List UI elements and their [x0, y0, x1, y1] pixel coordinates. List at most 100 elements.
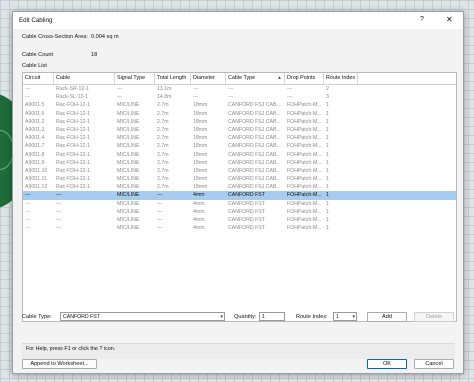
cell-diameter: 4mm — [193, 192, 205, 199]
close-icon[interactable]: ✕ — [446, 15, 453, 24]
cell-total-length: 2.7m — [157, 167, 169, 174]
cell-diameter: 4mm — [193, 225, 205, 232]
cell-total-length: --- — [157, 192, 163, 199]
table-row[interactable]: A9001.4 Rac-FOH-12-1 MIC/LINE 2.7m 18mm CANFO… — [23, 134, 456, 142]
edit-cabling-dialog: Edit Cabling ? ✕ Cable Cross-Section Are… — [12, 11, 464, 374]
cell-signal-type: MIC/LINE — [117, 102, 140, 109]
append-to-worksheet-button[interactable]: Append to Worksheet... — [22, 359, 97, 369]
help-text: For Help, press F1 or click the ? icon. — [26, 346, 116, 352]
cell-total-length: 14.8m — [157, 94, 172, 101]
cell-drop-points: --- — [287, 86, 293, 92]
quantity-input[interactable]: 1 — [259, 312, 285, 321]
cell-diameter: 18mm — [193, 176, 208, 183]
cell-diameter: 18mm — [193, 102, 208, 109]
cell-signal-type: MIC/LINE — [117, 167, 140, 174]
cell-signal-type: MIC/LINE — [117, 151, 140, 158]
cell-route-index: 1 — [326, 126, 329, 133]
cell-diameter: 18mm — [193, 167, 208, 174]
cell-total-length: 2.7m — [157, 110, 169, 117]
table-row[interactable]: A9001.12 Rac-FOH-12-1 MIC/LINE 2.7m 18mm CANF… — [23, 183, 456, 191]
cell-signal-type: MIC/LINE — [117, 118, 140, 125]
table-row[interactable]: A9001.3 Rac-FOH-12-1 MIC/LINE 2.7m 18mm CANFO… — [23, 126, 456, 134]
cable-list-label: Cable List — [22, 63, 47, 69]
cell-circuit: A9001.8 — [25, 151, 45, 158]
cell-cable-type: CANFORD FST — [228, 192, 265, 199]
cell-cable-type: --- — [228, 94, 234, 101]
cell-total-length: 2.7m — [157, 126, 169, 133]
cell-diameter: 18mm — [193, 143, 208, 150]
cell-drop-points: FOHPatch-M... — [287, 102, 322, 109]
cell-circuit: A9001.12 — [25, 184, 48, 191]
delete-button[interactable]: Delete — [414, 312, 454, 322]
column-header-total-length[interactable]: Total Length — [155, 73, 191, 84]
table-row[interactable]: A9001.11 Rac-FOH-12-1 MIC/LINE 2.7m 18mm CANF… — [23, 175, 456, 183]
cell-cable-type: CANFORD FSJ CAB... — [228, 184, 281, 191]
cell-cable-type: CANFORD FST — [228, 225, 265, 232]
cell-drop-points: FOHPatch-M... — [287, 118, 322, 125]
cell-total-length: --- — [157, 225, 163, 232]
cell-signal-type: MIC/LINE — [117, 217, 140, 223]
column-header-signal-type[interactable]: Signal Type — [115, 73, 155, 84]
cell-total-length: --- — [157, 208, 163, 215]
table-row[interactable]: A9001.10 Rac-FOH-12-1 MIC/LINE 2.7m 18mm CANF… — [23, 167, 456, 175]
column-header-cable[interactable]: Cable — [54, 73, 115, 84]
table-row[interactable]: A9001.7 Rac-FOH-12-1 MIC/LINE 2.7m 18mm CANFO… — [23, 142, 456, 150]
cell-cable-type: CANFORD FSJ CAB... — [228, 151, 281, 158]
route-index-select[interactable]: 1 ▾ — [333, 312, 357, 321]
cell-total-length: --- — [157, 217, 163, 223]
ok-button[interactable]: OK — [367, 359, 407, 369]
column-header-route-index[interactable]: Route Index — [324, 73, 358, 84]
cell-diameter: --- — [193, 94, 199, 101]
table-row[interactable]: A9001.2 Rac-FOH-12-1 MIC/LINE 2.7m 18mm CANFO… — [23, 118, 456, 126]
cell-circuit: A9001.3 — [25, 126, 45, 133]
cell-circuit: --- — [25, 192, 31, 199]
cell-drop-points: FOHPatch-M... — [287, 159, 322, 166]
cell-diameter: 18mm — [193, 126, 208, 133]
table-row[interactable]: --- Rack-SR-12-1 --- 13.1m --- --- --- 2 — [23, 85, 456, 93]
table-row[interactable]: A9001.5 Rac-FOH-12-1 MIC/LINE 2.7m 18mm CANFO… — [23, 101, 456, 109]
route-index-value: 1 — [336, 314, 339, 320]
cell-drop-points: FOHPatch-M... — [287, 192, 322, 199]
column-header-cable-type[interactable]: Cable Type ▲ — [226, 73, 285, 84]
cable-list-table[interactable]: Circuit Cable Signal Type Total Length Diame… — [22, 72, 457, 322]
cell-cable: Rac-FOH-12-1 — [56, 151, 91, 158]
cell-cable-type: CANFORD FSJ CAB... — [228, 143, 281, 150]
table-row[interactable]: --- --- MIC/LINE --- 4mm CANFORD FST FOHPatch-… — [23, 200, 456, 208]
table-body: --- Rack-SR-12-1 --- 13.1m --- --- --- 2 --- Rack… — [23, 85, 456, 232]
cell-diameter: 18mm — [193, 151, 208, 158]
cell-cable: --- — [56, 192, 62, 199]
cell-diameter: --- — [193, 86, 199, 92]
cell-route-index: 1 — [326, 192, 329, 199]
table-row[interactable]: A9001.8 Rac-FOH-12-1 MIC/LINE 2.7m 18mm CANFO… — [23, 151, 456, 159]
cable-type-select[interactable]: CANFORD FST ▾ — [60, 312, 225, 321]
cell-signal-type: MIC/LINE — [117, 200, 140, 207]
cell-drop-points: FOHPatch-M... — [287, 135, 322, 142]
table-row[interactable]: --- --- MIC/LINE --- 4mm CANFORD FST FOHPatch-… — [23, 191, 456, 200]
cell-circuit: A9001.6 — [25, 110, 45, 117]
table-row[interactable]: --- --- MIC/LINE --- 4mm CANFORD FST FOHPatch-… — [23, 216, 456, 224]
column-header-circuit[interactable]: Circuit — [23, 73, 54, 84]
help-icon[interactable]: ? — [420, 16, 424, 23]
table-row[interactable]: A9001.6 Rac-FOH-12-1 MIC/LINE 2.7m 18mm CANFO… — [23, 110, 456, 118]
cell-cable: Rac-FOH-12-1 — [56, 126, 91, 133]
cell-drop-points: FOHPatch-M... — [287, 126, 322, 133]
table-row[interactable]: --- --- MIC/LINE --- 4mm CANFORD FST FOHPatch-… — [23, 224, 456, 232]
cell-cable: Rac-FOH-12-1 — [56, 167, 91, 174]
cell-cable-type: CANFORD FSJ CAB... — [228, 126, 281, 133]
add-button[interactable]: Add — [367, 312, 407, 322]
cell-cable-type: CANFORD FSJ CAB... — [228, 118, 281, 125]
cell-cable: --- — [56, 208, 62, 215]
cancel-button[interactable]: Cancel — [414, 359, 454, 369]
column-header-drop-points[interactable]: Drop Points — [285, 73, 324, 84]
cell-route-index: 2 — [326, 86, 329, 92]
cell-signal-type: MIC/LINE — [117, 110, 140, 117]
table-row[interactable]: --- Rack-SL-12-1 --- 14.8m --- --- --- 3 — [23, 93, 456, 101]
cell-route-index: 1 — [326, 118, 329, 125]
cell-cable-type: CANFORD FSJ CAB... — [228, 110, 281, 117]
cell-cable-type: CANFORD FSJ CAB... — [228, 167, 281, 174]
column-header-diameter[interactable]: Diameter — [191, 73, 226, 84]
table-row[interactable]: A9001.9 Rac-FOH-12-1 MIC/LINE 2.7m 18mm CANFO… — [23, 159, 456, 167]
table-row[interactable]: --- --- MIC/LINE --- 4mm CANFORD FST FOHPatch-… — [23, 208, 456, 216]
cell-signal-type: MIC/LINE — [117, 225, 140, 232]
cell-diameter: 4mm — [193, 208, 205, 215]
